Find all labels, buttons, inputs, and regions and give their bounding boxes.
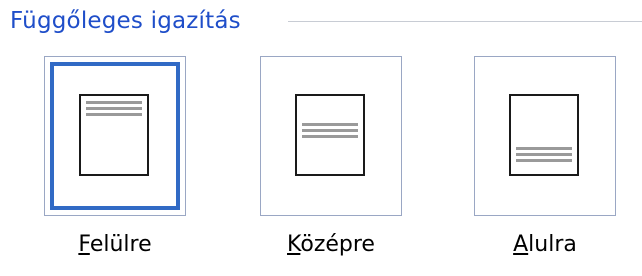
align-middle-label[interactable]: Középre <box>260 228 402 262</box>
align-top-button[interactable] <box>44 56 186 216</box>
align-bottom-label[interactable]: Alulra <box>474 228 616 262</box>
align-middle-button[interactable] <box>260 56 402 216</box>
align-middle-option[interactable]: Középre <box>260 56 402 276</box>
align-bottom-option[interactable]: Alulra <box>474 56 616 276</box>
align-top-option[interactable]: Felülre <box>44 56 186 276</box>
accelerator-key: A <box>513 232 529 257</box>
accelerator-key: F <box>78 232 90 257</box>
vertical-alignment-group-header: Függőleges igazítás <box>10 2 642 42</box>
label-text: lulra <box>528 232 577 257</box>
group-separator-line <box>288 21 642 22</box>
align-bottom-button[interactable] <box>474 56 616 216</box>
align-top-icon <box>79 94 149 176</box>
align-top-label[interactable]: Felülre <box>44 228 186 262</box>
group-title: Függőleges igazítás <box>10 8 241 34</box>
align-bottom-icon <box>509 94 579 176</box>
text-lines-top <box>86 101 142 123</box>
text-lines-middle <box>302 123 358 145</box>
text-lines-bottom <box>516 147 572 169</box>
label-text: elülre <box>89 232 152 257</box>
align-middle-icon <box>295 94 365 176</box>
accelerator-key: K <box>287 232 301 257</box>
label-text: özépre <box>300 232 375 257</box>
